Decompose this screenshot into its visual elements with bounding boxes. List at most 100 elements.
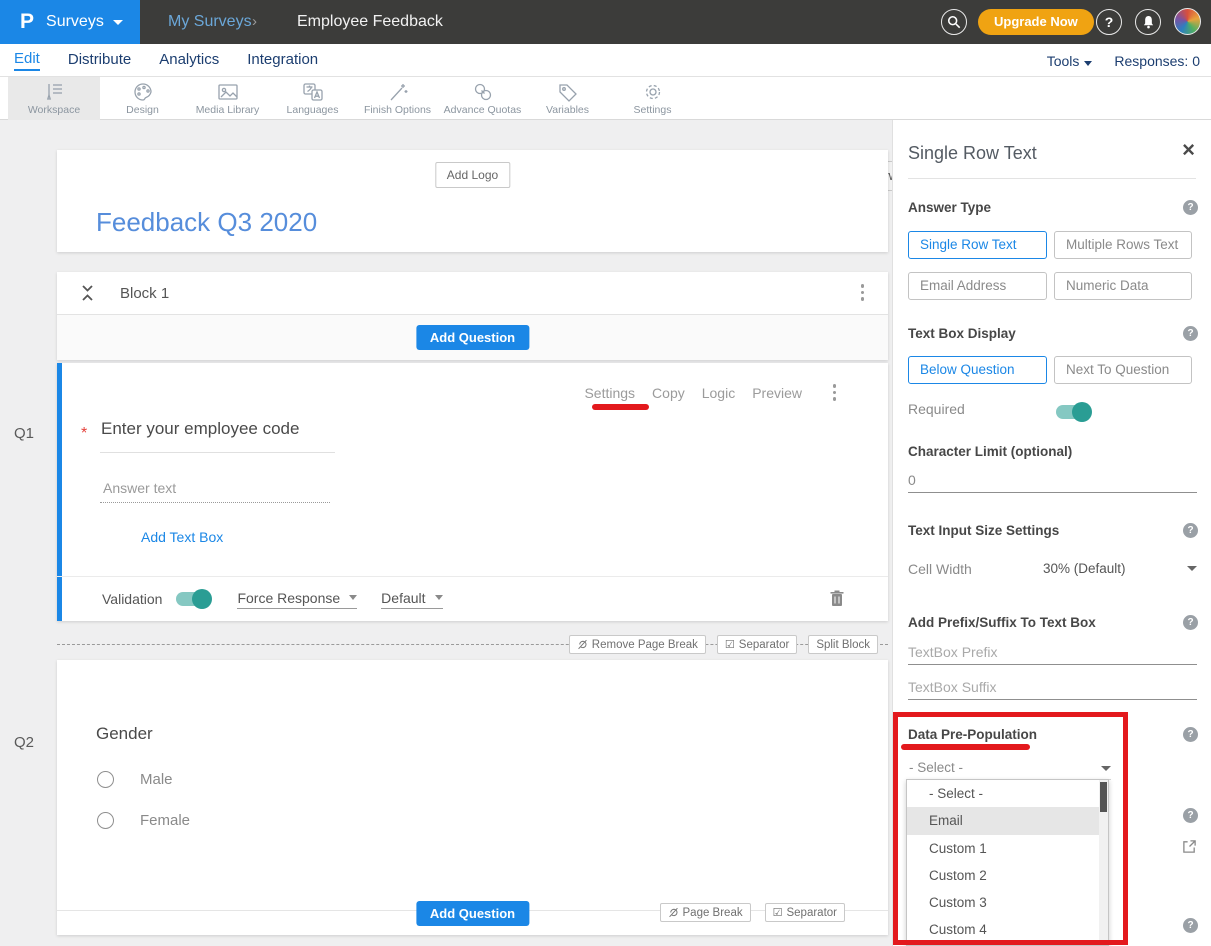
- page-break-controls: Remove Page Break ☑ Separator Split Bloc…: [569, 635, 878, 654]
- tab-distribute[interactable]: Distribute: [68, 51, 131, 70]
- cell-width-label: Cell Width: [908, 561, 972, 577]
- tag-icon: [557, 82, 579, 102]
- toolbar-item-languages[interactable]: Languages: [270, 77, 355, 120]
- answer-type-multiple-rows[interactable]: Multiple Rows Text: [1054, 231, 1192, 259]
- toolbar-item-design[interactable]: Design: [100, 77, 185, 120]
- question-menu-button[interactable]: [833, 384, 837, 401]
- dropdown-option-custom-2[interactable]: Custom 2: [907, 862, 1108, 889]
- scrollbar-thumb[interactable]: [1100, 782, 1107, 812]
- default-validation-dropdown[interactable]: Default: [381, 590, 442, 609]
- question-text-q2[interactable]: Gender: [96, 724, 153, 744]
- help-icon[interactable]: ?: [1183, 918, 1198, 933]
- help-icon[interactable]: ?: [1183, 326, 1198, 341]
- checkbox-checked-icon: ☑: [773, 906, 783, 919]
- validation-label: Validation: [102, 591, 162, 607]
- help-icon[interactable]: ?: [1183, 615, 1198, 630]
- delete-question-button[interactable]: [830, 590, 844, 612]
- dropdown-option-email[interactable]: Email: [907, 807, 1108, 834]
- help-button[interactable]: ?: [1096, 9, 1122, 35]
- dropdown-scrollbar[interactable]: [1099, 780, 1108, 945]
- separator-button[interactable]: ☑ Separator: [717, 635, 797, 654]
- force-response-dropdown[interactable]: Force Response: [237, 590, 357, 609]
- page-break-button[interactable]: Page Break: [660, 903, 751, 922]
- question-tab-copy[interactable]: Copy: [652, 385, 685, 401]
- required-asterisk: *: [81, 425, 87, 443]
- question-tab-settings[interactable]: Settings: [584, 385, 635, 401]
- toolbar-item-media-library[interactable]: Media Library: [185, 77, 270, 120]
- answer-type-numeric-data[interactable]: Numeric Data: [1054, 272, 1192, 300]
- checkbox-checked-icon: ☑: [725, 638, 735, 651]
- dropdown-option-custom-1[interactable]: Custom 1: [907, 835, 1108, 862]
- split-block-button[interactable]: Split Block: [808, 635, 878, 654]
- gear-icon: [642, 82, 664, 102]
- block-menu-button[interactable]: [861, 284, 865, 301]
- tab-integration[interactable]: Integration: [247, 51, 318, 70]
- add-text-box-link[interactable]: Add Text Box: [141, 529, 223, 545]
- tab-analytics[interactable]: Analytics: [159, 51, 219, 70]
- upgrade-now-button[interactable]: Upgrade Now: [978, 9, 1094, 35]
- required-toggle[interactable]: [1056, 405, 1090, 419]
- force-response-label: Force Response: [237, 590, 340, 606]
- tools-label: Tools: [1047, 53, 1080, 69]
- external-link-button[interactable]: [1182, 839, 1197, 859]
- add-question-button-bottom[interactable]: Add Question: [416, 901, 529, 926]
- toolbar-items: Workspace Design Media Library Languages…: [8, 77, 695, 120]
- cell-width-dropdown[interactable]: [1187, 566, 1197, 571]
- display-below-question[interactable]: Below Question: [908, 356, 1047, 384]
- add-logo-button[interactable]: Add Logo: [435, 162, 510, 188]
- data-prepopulation-select[interactable]: - Select -: [908, 757, 1111, 780]
- remove-page-break-button[interactable]: Remove Page Break: [569, 635, 706, 654]
- separator-label: Separator: [786, 907, 837, 919]
- radio-option-male[interactable]: Male: [97, 771, 173, 788]
- survey-nav-tabs: Edit Distribute Analytics Integration: [14, 44, 318, 77]
- breadcrumb-parent[interactable]: My Surveys: [168, 13, 252, 31]
- tab-edit[interactable]: Edit: [14, 50, 40, 71]
- translate-icon: [302, 82, 324, 102]
- tools-menu[interactable]: Tools: [1047, 53, 1093, 69]
- help-icon[interactable]: ?: [1183, 200, 1198, 215]
- help-icon[interactable]: ?: [1183, 523, 1198, 538]
- help-icon[interactable]: ?: [1183, 808, 1198, 823]
- help-icon[interactable]: ?: [1183, 727, 1198, 742]
- answer-type-email-address[interactable]: Email Address: [908, 272, 1047, 300]
- validation-toggle[interactable]: [176, 592, 210, 606]
- block-card: Block 1 Add Question: [57, 272, 888, 360]
- dropdown-option-select[interactable]: - Select -: [907, 780, 1108, 807]
- search-button[interactable]: [941, 9, 967, 35]
- page-break-icon: [577, 639, 588, 650]
- toggle-knob: [1072, 402, 1092, 422]
- survey-title[interactable]: Feedback Q3 2020: [96, 207, 317, 238]
- toolbar-item-workspace[interactable]: Workspace: [8, 77, 100, 120]
- answer-text-placeholder[interactable]: Answer text: [103, 480, 176, 496]
- add-question-button-top[interactable]: Add Question: [416, 325, 529, 350]
- toolbar-label: Variables: [546, 104, 589, 116]
- textbox-prefix-input[interactable]: [908, 642, 1197, 665]
- toolbar-item-finish-options[interactable]: Finish Options: [355, 77, 440, 120]
- question-text-q1[interactable]: Enter your employee code: [101, 419, 299, 439]
- radio-option-female[interactable]: Female: [97, 812, 190, 829]
- answer-type-single-row[interactable]: Single Row Text: [908, 231, 1047, 259]
- toolbar-label: Advance Quotas: [444, 104, 522, 116]
- split-block-label: Split Block: [816, 639, 870, 651]
- product-menu[interactable]: P Surveys: [0, 0, 140, 44]
- text-input-size-label: Text Input Size Settings: [908, 523, 1059, 538]
- notifications-button[interactable]: [1135, 9, 1161, 35]
- display-next-to-question[interactable]: Next To Question: [1054, 356, 1192, 384]
- toolbar-item-advance-quotas[interactable]: Advance Quotas: [440, 77, 525, 120]
- question-action-tabs: Settings Copy Logic Preview: [584, 385, 802, 401]
- toolbar-label: Finish Options: [364, 104, 431, 116]
- question-tab-preview[interactable]: Preview: [752, 385, 802, 401]
- dropdown-option-custom-3[interactable]: Custom 3: [907, 889, 1108, 916]
- block-title[interactable]: Block 1: [120, 285, 169, 302]
- character-limit-input[interactable]: [908, 470, 1197, 493]
- image-icon: [217, 82, 239, 102]
- separator-button-bottom[interactable]: ☑ Separator: [765, 903, 845, 922]
- toolbar-item-variables[interactable]: Variables: [525, 77, 610, 120]
- question-tab-logic[interactable]: Logic: [702, 385, 735, 401]
- dropdown-option-custom-4[interactable]: Custom 4: [907, 916, 1108, 943]
- textbox-suffix-input[interactable]: [908, 677, 1197, 700]
- close-panel-button[interactable]: ×: [1182, 139, 1195, 161]
- user-avatar[interactable]: [1174, 8, 1201, 35]
- toolbar-item-settings[interactable]: Settings: [610, 77, 695, 120]
- collapse-block-button[interactable]: [81, 285, 94, 306]
